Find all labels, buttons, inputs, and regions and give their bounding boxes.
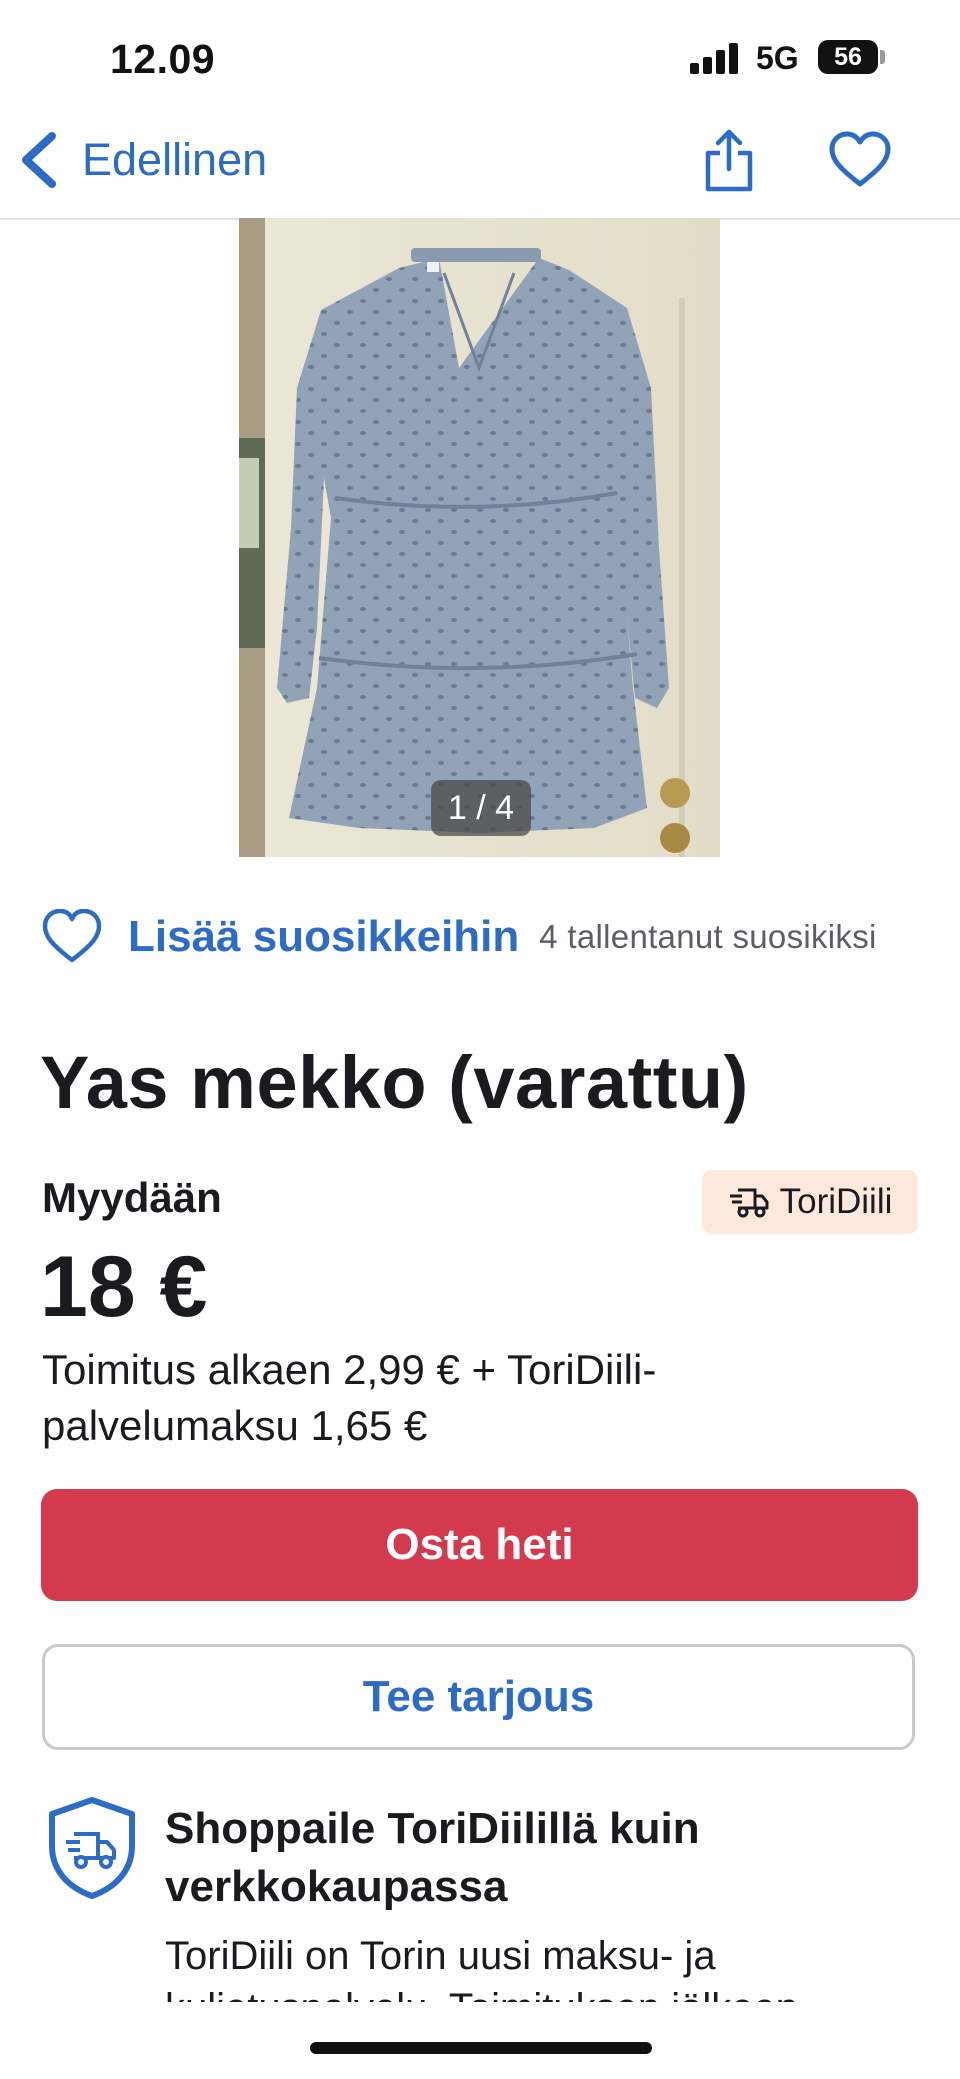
- signal-icon: [690, 42, 740, 74]
- battery-icon: 56: [818, 40, 878, 74]
- nav-bar: Edellinen: [0, 115, 960, 220]
- shipping-info: Toimitus alkaen 2,99 € + ToriDiili-palve…: [42, 1346, 657, 1449]
- chevron-left-icon: [22, 132, 56, 188]
- back-button[interactable]: Edellinen: [18, 125, 267, 195]
- listing-photo[interactable]: [239, 218, 720, 857]
- buy-now-button[interactable]: Osta heti: [41, 1489, 918, 1601]
- gallery-counter: 1 / 4: [431, 780, 531, 836]
- heart-icon: [42, 909, 102, 963]
- network-type: 5G: [756, 40, 799, 76]
- make-offer-button[interactable]: Tee tarjous: [42, 1644, 915, 1750]
- listing-type: Myydään: [42, 1174, 222, 1221]
- status-time: 12.09: [110, 36, 216, 82]
- heart-icon[interactable]: [828, 131, 892, 189]
- add-favorite-button[interactable]: Lisää suosikkeihin 4 tallentanut suosiki…: [42, 905, 877, 969]
- add-favorite-label: Lisää suosikkeihin: [128, 912, 520, 961]
- shield-truck-icon: [49, 1797, 135, 1899]
- info-title: Shoppaile ToriDiilillä kuin verkkokaupas…: [165, 1804, 700, 1911]
- listing-title: Yas mekko (varattu): [40, 1041, 749, 1124]
- favorite-count: 4 tallentanut suosikiksi: [539, 918, 877, 955]
- dress-photo-illustration: [239, 218, 720, 857]
- info-body: ToriDiili on Torin uusi maksu- ja kuljet…: [165, 1934, 798, 2002]
- share-icon[interactable]: [703, 127, 755, 193]
- badge-label: ToriDiili: [779, 1182, 893, 1221]
- toridiili-badge: ToriDiili: [702, 1170, 918, 1234]
- home-indicator[interactable]: [310, 2042, 652, 2054]
- status-bar: 12.09 5G 56: [0, 0, 960, 115]
- back-label: Edellinen: [82, 134, 268, 185]
- battery-cap: [880, 50, 885, 64]
- delivery-truck-icon: [729, 1188, 769, 1218]
- listing-price: 18 €: [40, 1239, 208, 1335]
